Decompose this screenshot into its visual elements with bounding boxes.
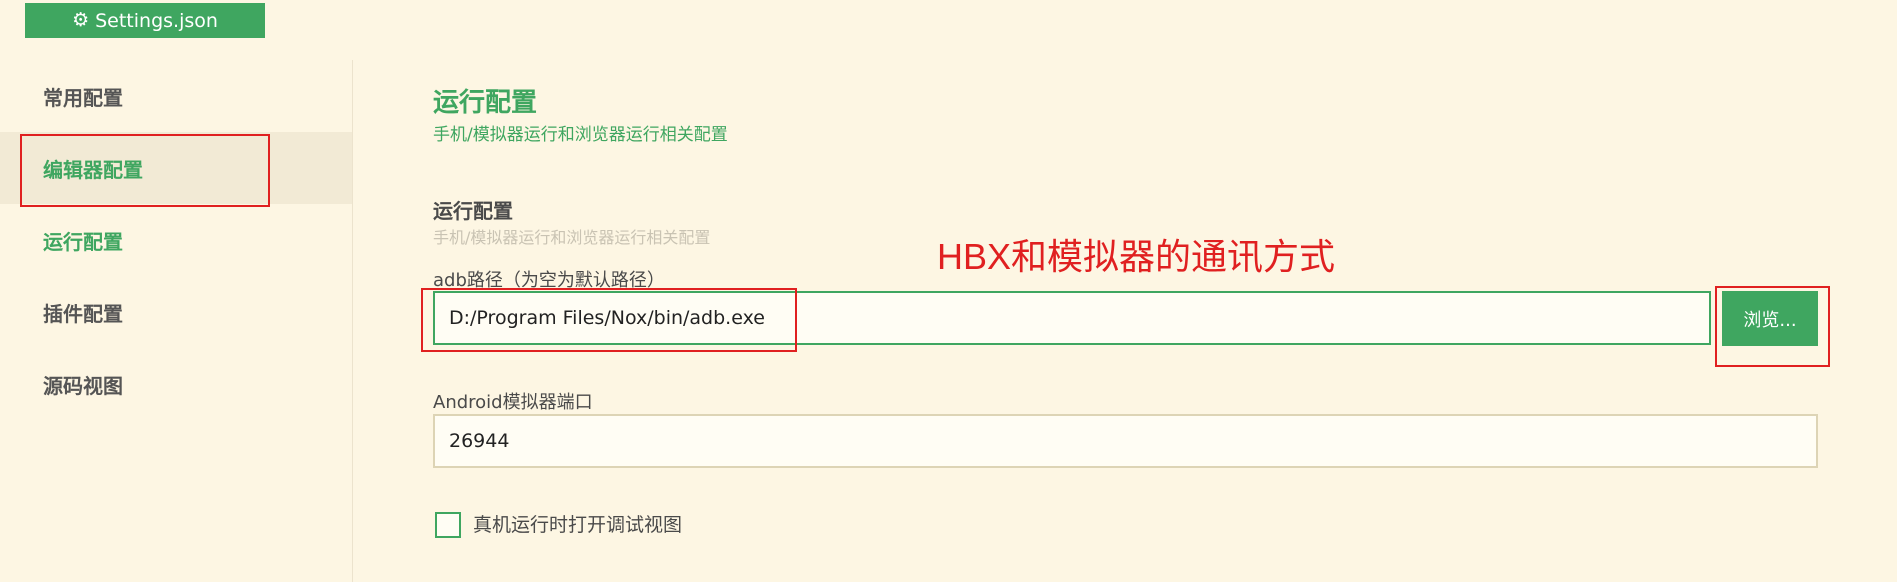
page-subtitle: 手机/模拟器运行和浏览器运行相关配置: [433, 125, 728, 145]
sidebar-item-run[interactable]: 运行配置: [0, 204, 352, 276]
section-title: 运行配置: [433, 199, 513, 223]
page-title: 运行配置: [433, 88, 538, 118]
sidebar-item-label: 运行配置: [43, 229, 123, 254]
sidebar-item-common[interactable]: 常用配置: [0, 60, 352, 132]
android-port-label: Android模拟器端口: [433, 392, 593, 413]
android-port-input[interactable]: [433, 414, 1818, 468]
section-subtitle: 手机/模拟器运行和浏览器运行相关配置: [433, 228, 711, 247]
adb-path-label: adb路径（为空为默认路径）: [433, 270, 665, 291]
sidebar-item-editor[interactable]: 编辑器配置: [0, 132, 352, 204]
settings-json-label: Settings.json: [95, 9, 218, 32]
settings-json-button[interactable]: ⚙ Settings.json: [25, 3, 265, 38]
sidebar-item-source-view[interactable]: 源码视图: [0, 348, 352, 420]
browse-button[interactable]: 浏览...: [1722, 291, 1818, 346]
sidebar-item-label: 源码视图: [43, 373, 123, 398]
sidebar-item-label: 编辑器配置: [43, 157, 143, 182]
sidebar-item-plugins[interactable]: 插件配置: [0, 276, 352, 348]
adb-path-input[interactable]: [433, 291, 1711, 345]
sidebar-item-label: 插件配置: [43, 301, 123, 326]
debug-view-label: 真机运行时打开调试视图: [473, 514, 683, 536]
debug-view-checkbox[interactable]: [435, 512, 461, 538]
sidebar: 常用配置 编辑器配置 运行配置 插件配置 源码视图: [0, 60, 353, 582]
gear-icon: ⚙: [72, 9, 90, 31]
sidebar-item-label: 常用配置: [43, 85, 123, 110]
annotation-text: HBX和模拟器的通讯方式: [937, 236, 1336, 277]
